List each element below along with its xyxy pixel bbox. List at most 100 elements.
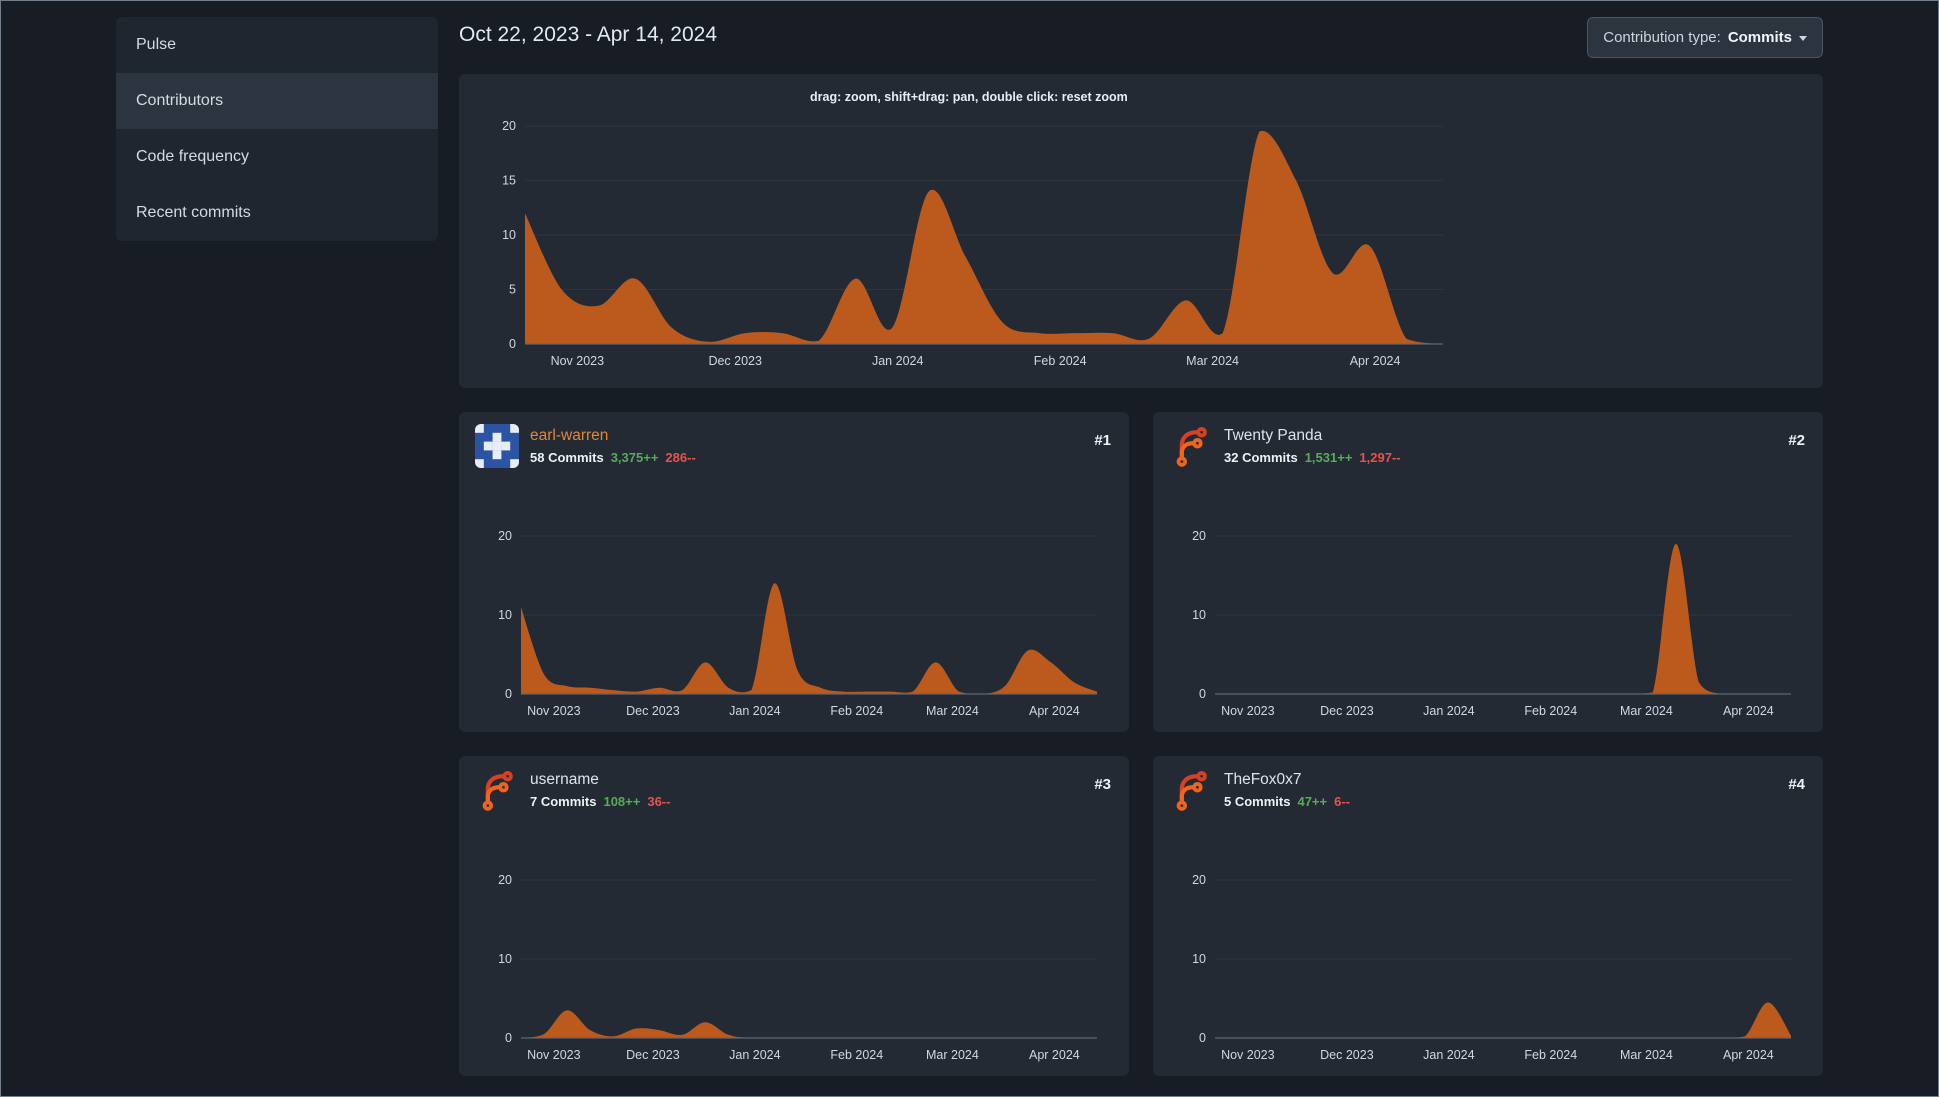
svg-text:Feb 2024: Feb 2024: [1524, 704, 1577, 718]
rank-badge: #2: [1788, 432, 1805, 449]
identicon-avatar-icon: [475, 424, 519, 468]
contribution-type-label: Contribution type:: [1603, 29, 1721, 46]
deletions-count: 1,297--: [1359, 450, 1401, 465]
deletions-count: 286--: [665, 450, 696, 465]
contributor-chart[interactable]: 0 10 20 Nov 2023 Dec 2023 Jan 2024 Feb 2024 Mar…: [1169, 524, 1807, 724]
svg-text:Mar 2024: Mar 2024: [926, 704, 979, 718]
contribution-type-dropdown[interactable]: Contribution type: Commits: [1587, 17, 1823, 58]
contributor-card: Twenty Panda 32 Commits 1,531++ 1,297-- …: [1153, 412, 1823, 732]
svg-text:Nov 2023: Nov 2023: [1221, 1048, 1275, 1062]
contributor-card: TheFox0x7 5 Commits 47++ 6-- #4 0 10 20 Nov…: [1153, 756, 1823, 1076]
avatar[interactable]: [1169, 768, 1213, 812]
svg-text:Apr 2024: Apr 2024: [1723, 1048, 1774, 1062]
forgejo-logo-icon: [482, 771, 513, 811]
svg-text:0: 0: [1199, 687, 1206, 701]
svg-text:10: 10: [1192, 952, 1206, 966]
contributor-card-header: earl-warren 58 Commits 3,375++ 286-- #1: [475, 424, 1113, 468]
rank-badge: #4: [1788, 776, 1805, 793]
contributor-name[interactable]: earl-warren: [530, 427, 608, 445]
additions-count: 108++: [603, 794, 641, 809]
contributor-meta: Twenty Panda 32 Commits 1,531++ 1,297--: [1224, 424, 1401, 465]
svg-text:20: 20: [498, 529, 512, 543]
svg-text:10: 10: [502, 228, 516, 242]
svg-text:Mar 2024: Mar 2024: [1620, 704, 1673, 718]
svg-text:Jan 2024: Jan 2024: [729, 704, 780, 718]
avatar[interactable]: [1169, 424, 1213, 468]
sidebar-item-code-frequency[interactable]: Code frequency: [116, 129, 438, 185]
overall-contributions-chart[interactable]: 0 5 10 15 20 Nov 2023 Dec 2023 Jan 2024 Feb 2024…: [479, 114, 1459, 374]
svg-text:Apr 2024: Apr 2024: [1029, 1048, 1080, 1062]
contributor-card: earl-warren 58 Commits 3,375++ 286-- #1 …: [459, 412, 1129, 732]
contributor-cards-grid: earl-warren 58 Commits 3,375++ 286-- #1 …: [459, 412, 1823, 1076]
svg-text:5: 5: [509, 283, 516, 297]
svg-text:10: 10: [498, 608, 512, 622]
svg-text:10: 10: [1192, 608, 1206, 622]
contributor-meta: TheFox0x7 5 Commits 47++ 6--: [1224, 768, 1350, 809]
contributor-name[interactable]: Twenty Panda: [1224, 427, 1322, 445]
svg-text:20: 20: [1192, 529, 1206, 543]
svg-text:Mar 2024: Mar 2024: [1186, 354, 1239, 368]
contributor-stats: 32 Commits 1,531++ 1,297--: [1224, 450, 1401, 465]
contributor-card-header: Twenty Panda 32 Commits 1,531++ 1,297-- …: [1169, 424, 1807, 468]
main-content: Oct 22, 2023 - Apr 14, 2024 Contribution…: [459, 17, 1823, 1076]
svg-text:Nov 2023: Nov 2023: [527, 704, 581, 718]
contributor-stats: 7 Commits 108++ 36--: [530, 794, 670, 809]
rank-badge: #1: [1094, 432, 1111, 449]
topbar: Oct 22, 2023 - Apr 14, 2024 Contribution…: [459, 17, 1823, 58]
contributor-name[interactable]: TheFox0x7: [1224, 771, 1302, 789]
sidebar: Pulse Contributors Code frequency Recent…: [116, 17, 438, 241]
svg-text:Feb 2024: Feb 2024: [1034, 354, 1087, 368]
commit-count: 5 Commits: [1224, 794, 1291, 809]
contributor-chart[interactable]: 0 10 20 Nov 2023 Dec 2023 Jan 2024 Feb 2024 Mar…: [1169, 868, 1807, 1068]
avatar[interactable]: [475, 768, 519, 812]
svg-text:Jan 2024: Jan 2024: [872, 354, 923, 368]
svg-text:Dec 2023: Dec 2023: [1320, 1048, 1374, 1062]
contributor-meta: username 7 Commits 108++ 36--: [530, 768, 670, 809]
svg-text:0: 0: [509, 337, 516, 351]
sidebar-item-contributors[interactable]: Contributors: [116, 73, 438, 129]
rank-badge: #3: [1094, 776, 1111, 793]
sidebar-item-recent-commits[interactable]: Recent commits: [116, 185, 438, 241]
svg-text:10: 10: [498, 952, 512, 966]
svg-text:Nov 2023: Nov 2023: [527, 1048, 581, 1062]
deletions-count: 36--: [647, 794, 671, 809]
overall-contributions-card: drag: zoom, shift+drag: pan, double clic…: [459, 74, 1823, 388]
svg-text:Feb 2024: Feb 2024: [830, 1048, 883, 1062]
svg-text:Feb 2024: Feb 2024: [1524, 1048, 1577, 1062]
svg-text:Dec 2023: Dec 2023: [1320, 704, 1374, 718]
svg-text:Apr 2024: Apr 2024: [1029, 704, 1080, 718]
svg-text:Dec 2023: Dec 2023: [626, 704, 680, 718]
contributor-card-header: TheFox0x7 5 Commits 47++ 6-- #4: [1169, 768, 1807, 812]
svg-text:Mar 2024: Mar 2024: [1620, 1048, 1673, 1062]
contributor-chart[interactable]: 0 10 20 Nov 2023 Dec 2023 Jan 2024 Feb 2024 Mar…: [475, 868, 1113, 1068]
forgejo-logo-icon: [1176, 427, 1207, 467]
svg-text:Jan 2024: Jan 2024: [1423, 1048, 1474, 1062]
chevron-down-icon: [1799, 36, 1807, 41]
svg-text:Dec 2023: Dec 2023: [708, 354, 762, 368]
date-range-title: Oct 22, 2023 - Apr 14, 2024: [459, 23, 718, 46]
forgejo-logo-icon: [1176, 771, 1207, 811]
sidebar-item-pulse[interactable]: Pulse: [116, 17, 438, 73]
svg-text:Apr 2024: Apr 2024: [1723, 704, 1774, 718]
additions-count: 3,375++: [610, 450, 659, 465]
contributor-card-header: username 7 Commits 108++ 36-- #3: [475, 768, 1113, 812]
contributor-chart[interactable]: 0 10 20 Nov 2023 Dec 2023 Jan 2024 Feb 2024 Mar…: [475, 524, 1113, 724]
page: Pulse Contributors Code frequency Recent…: [1, 1, 1938, 1076]
chart-zoom-hint: drag: zoom, shift+drag: pan, double clic…: [810, 90, 1128, 104]
contribution-type-value: Commits: [1727, 29, 1792, 46]
svg-text:Nov 2023: Nov 2023: [1221, 704, 1275, 718]
svg-text:Nov 2023: Nov 2023: [551, 354, 605, 368]
svg-text:Apr 2024: Apr 2024: [1350, 354, 1401, 368]
svg-text:Dec 2023: Dec 2023: [626, 1048, 680, 1062]
commit-count: 58 Commits: [530, 450, 604, 465]
deletions-count: 6--: [1334, 794, 1351, 809]
svg-text:Jan 2024: Jan 2024: [729, 1048, 780, 1062]
svg-text:20: 20: [1192, 873, 1206, 887]
contributor-name[interactable]: username: [530, 771, 599, 789]
svg-text:Jan 2024: Jan 2024: [1423, 704, 1474, 718]
commit-count: 7 Commits: [530, 794, 597, 809]
svg-text:0: 0: [1199, 1031, 1206, 1045]
avatar[interactable]: [475, 424, 519, 468]
commit-count: 32 Commits: [1224, 450, 1298, 465]
svg-text:20: 20: [502, 119, 516, 133]
